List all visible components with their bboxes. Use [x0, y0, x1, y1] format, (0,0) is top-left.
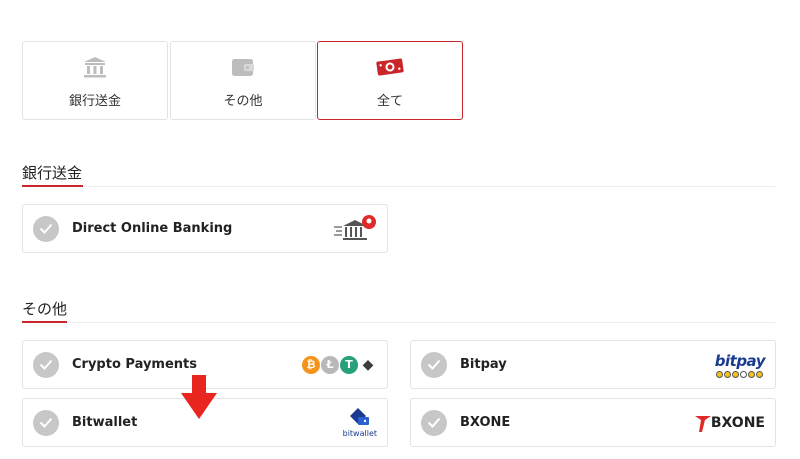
- tab-other[interactable]: その他: [170, 41, 316, 120]
- litecoin-icon: Ł: [321, 355, 339, 374]
- section-divider: [22, 322, 775, 323]
- tab-label: 銀行送金: [68, 94, 121, 109]
- bitwallet-logo: bitwallet: [343, 407, 377, 438]
- payment-option-bitpay[interactable]: Bitpay bitpay: [410, 340, 776, 389]
- check-icon: [421, 351, 447, 378]
- check-icon: [33, 351, 59, 378]
- bitpay-logo-text: bitpay: [714, 351, 766, 370]
- check-icon: [33, 409, 59, 436]
- red-down-arrow-icon: [181, 375, 217, 419]
- bitcoin-icon: ₿: [302, 355, 320, 374]
- tab-all[interactable]: 全て: [317, 41, 463, 120]
- bank-icon: [83, 55, 107, 79]
- section-divider: [22, 186, 775, 187]
- payment-option-label: Crypto Payments: [72, 357, 197, 372]
- tether-icon: T: [340, 355, 358, 374]
- section-title-bank-transfer: 銀行送金: [22, 164, 83, 182]
- payment-option-label: BXONE: [460, 415, 511, 430]
- cash-icon: [375, 55, 405, 79]
- direct-online-banking-logo: [333, 214, 377, 244]
- bitpay-coin-dots: [716, 370, 764, 378]
- check-icon: [421, 409, 447, 436]
- check-icon: [33, 215, 59, 242]
- bitpay-logo: bitpay: [714, 351, 766, 378]
- ethereum-icon: ◆: [362, 356, 374, 373]
- bxone-logo: BXONE: [694, 414, 765, 432]
- section-title-other: その他: [22, 300, 68, 318]
- payment-option-bxone[interactable]: BXONE BXONE: [410, 398, 776, 447]
- section-underline: [22, 185, 83, 187]
- bxone-mark-icon: [694, 415, 711, 432]
- bitwallet-mark-icon: [349, 408, 369, 425]
- tab-label: 全て: [376, 94, 403, 109]
- tab-bank-transfer[interactable]: 銀行送金: [22, 41, 168, 120]
- bitwallet-logo-text: bitwallet: [342, 429, 377, 438]
- crypto-coins-logo: ₿ Ł T ◆: [301, 355, 377, 374]
- tab-label: その他: [223, 94, 263, 109]
- payment-option-label: Bitpay: [460, 357, 507, 372]
- section-underline: [22, 321, 67, 323]
- payment-option-direct-online-banking[interactable]: Direct Online Banking: [22, 204, 388, 253]
- payment-option-label: Direct Online Banking: [72, 221, 233, 236]
- bxone-logo-text: BXONE: [710, 414, 765, 431]
- wallet-icon: [231, 55, 255, 79]
